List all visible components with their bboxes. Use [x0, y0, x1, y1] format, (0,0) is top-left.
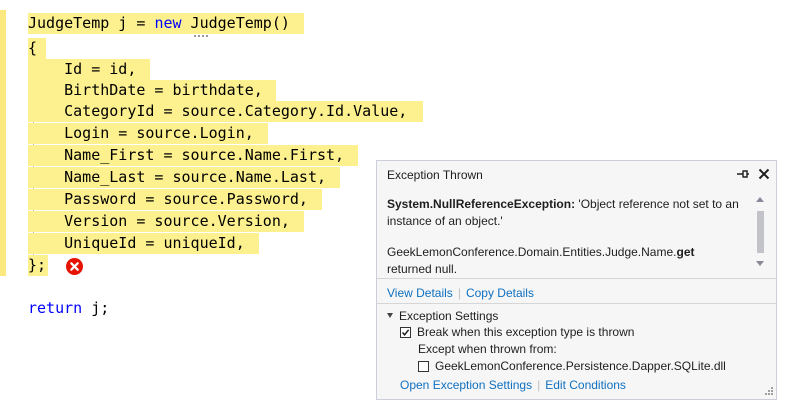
close-icon[interactable]	[755, 165, 773, 183]
copy-details-link[interactable]: Copy Details	[466, 286, 534, 300]
code-line-7[interactable]: Name_First = source.Name.First,	[28, 145, 344, 166]
module-exception-label: GeekLemonConference.Persistence.Dapper.S…	[435, 359, 726, 373]
keyword-new: new	[154, 14, 182, 32]
exception-type: System.NullReferenceException:	[387, 197, 576, 211]
changed-lines-margin	[0, 10, 6, 276]
code-line-12[interactable]: };	[28, 255, 46, 276]
exception-detail-bold: get	[676, 245, 695, 259]
code-line-6[interactable]: Login = source.Login,	[28, 123, 254, 144]
code-line-5[interactable]: CategoryId = source.Category.Id.Value,	[28, 101, 407, 122]
code-line-2[interactable]: {	[28, 38, 37, 59]
collapse-triangle-icon[interactable]	[387, 313, 393, 318]
exception-summary: System.NullReferenceException: 'Object r…	[387, 196, 742, 230]
code-line-1[interactable]: JudgeTemp j = new JudgeTemp()	[28, 13, 290, 34]
exception-settings-title: Exception Settings	[399, 309, 499, 323]
settings-links: Open Exception Settings | Edit Conditions	[400, 378, 626, 392]
module-exception-checkbox[interactable]	[418, 361, 429, 372]
pin-icon[interactable]	[735, 165, 751, 183]
error-icon[interactable]	[66, 258, 83, 275]
scroll-up-icon[interactable]	[756, 197, 764, 202]
code-line-14[interactable]: return j;	[28, 298, 109, 319]
scroll-down-icon[interactable]	[756, 261, 764, 266]
exception-detail-suffix: returned null.	[387, 262, 458, 276]
exception-settings-header[interactable]: Exception Settings	[387, 309, 498, 323]
popup-header: Exception Thrown	[377, 161, 776, 187]
details-links: View Details | Copy Details	[387, 286, 534, 300]
except-when-thrown-label: Except when thrown from:	[418, 342, 557, 356]
view-details-link[interactable]: View Details	[387, 286, 453, 300]
exception-thrown-popup: Exception Thrown System.NullReferenceExc…	[376, 160, 777, 400]
code-line-9[interactable]: Password = source.Password,	[28, 189, 308, 210]
resize-grip-icon[interactable]	[762, 386, 774, 398]
code-line-4[interactable]: BirthDate = birthdate,	[28, 80, 263, 101]
break-when-thrown-option[interactable]: Break when this exception type is thrown	[400, 325, 634, 339]
module-exception-option[interactable]: GeekLemonConference.Persistence.Dapper.S…	[418, 359, 726, 373]
divider	[377, 303, 776, 304]
code-line-11[interactable]: UniqueId = uniqueId,	[28, 233, 245, 254]
code-line-8[interactable]: Name_Last = source.Name.Last,	[28, 167, 326, 188]
message-scrollbar[interactable]	[754, 195, 766, 273]
open-exception-settings-link[interactable]: Open Exception Settings	[400, 378, 532, 392]
link-separator: |	[457, 286, 461, 300]
scroll-thumb[interactable]	[757, 211, 764, 253]
syntax-hint-squiggle	[194, 31, 208, 37]
break-when-thrown-checkbox[interactable]	[400, 327, 411, 338]
popup-title: Exception Thrown	[387, 168, 483, 182]
edit-conditions-link[interactable]: Edit Conditions	[545, 378, 626, 392]
code-line-10[interactable]: Version = source.Version,	[28, 211, 290, 232]
code-line-3[interactable]: Id = id,	[28, 59, 136, 80]
divider	[377, 278, 776, 279]
exception-message-area: System.NullReferenceException: 'Object r…	[387, 196, 742, 278]
exception-detail-prefix: GeekLemonConference.Domain.Entities.Judg…	[387, 245, 677, 259]
link-separator: |	[537, 378, 541, 392]
exception-detail: GeekLemonConference.Domain.Entities.Judg…	[387, 244, 742, 278]
keyword-return: return	[28, 299, 83, 317]
break-when-thrown-label: Break when this exception type is thrown	[417, 325, 635, 339]
